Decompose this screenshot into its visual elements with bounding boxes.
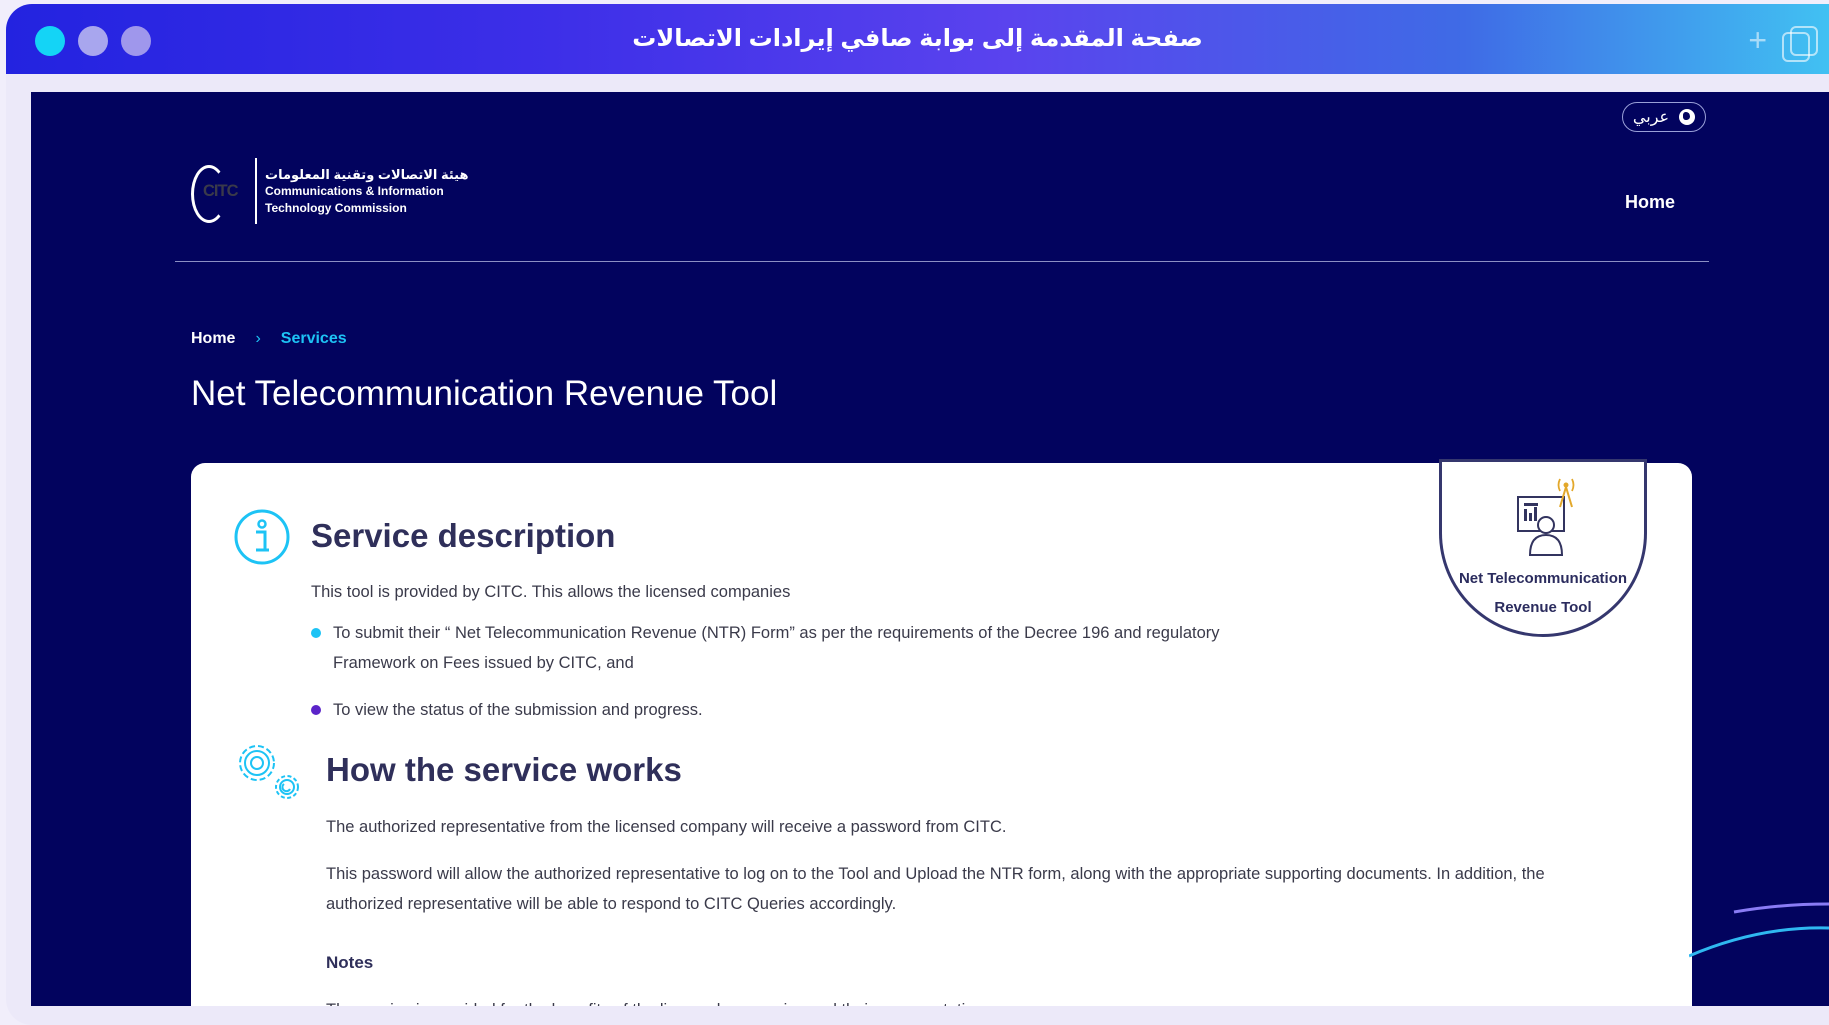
citc-logo-mark: CITC (191, 161, 255, 223)
copy-window-icon[interactable] (1779, 24, 1823, 64)
bullet-text: To view the status of the submission and… (333, 701, 703, 719)
new-tab-button[interactable]: + (1748, 24, 1767, 56)
how-it-works-heading: How the service works (326, 751, 682, 788)
decorative-swoosh (1689, 902, 1829, 958)
page-viewport: عربي CITC هيئة الاتصالات وتقنية المعلوما… (31, 92, 1829, 1006)
list-item: To view the status of the submission and… (311, 695, 703, 725)
service-description-heading: Service description (311, 517, 616, 554)
list-item: To submit their “ Net Telecommunication … (311, 618, 1271, 678)
how-it-works-paragraph-2: This password will allow the authorized … (326, 865, 1545, 913)
page-title: Net Telecommunication Revenue Tool (191, 374, 778, 413)
browser-window: صفحة المقدمة إلى بوابة صافي إيرادات الات… (6, 4, 1829, 1025)
how-it-works-paragraph-1: The authorized representative from the l… (326, 818, 1007, 836)
nav-home-link[interactable]: Home (1625, 192, 1675, 213)
header-divider (175, 261, 1709, 262)
bullet-text: To submit their “ Net Telecommunication … (333, 624, 1220, 672)
notes-text: The service is provided for the benefits… (326, 995, 996, 1006)
badge-label: Net Telecommunication Revenue Tool (1458, 570, 1628, 616)
citc-logo-text: هيئة الاتصالات وتقنية المعلومات Communic… (265, 166, 468, 217)
breadcrumb-services-link[interactable]: Services (281, 330, 347, 348)
language-toggle-button[interactable]: عربي (1622, 102, 1706, 132)
language-label: عربي (1632, 109, 1670, 126)
info-icon (234, 509, 290, 565)
service-badge: Net Telecommunication Revenue Tool (1439, 459, 1647, 637)
telecom-worker-icon (1517, 478, 1575, 556)
window-title: صفحة المقدمة إلى بوابة صافي إيرادات الات… (632, 25, 1203, 52)
service-description-intro: This tool is provided by CITC. This allo… (311, 583, 791, 601)
citc-logo[interactable]: CITC هيئة الاتصالات وتقنية المعلومات Com… (191, 158, 468, 224)
service-card: Net Telecommunication Revenue Tool Servi… (191, 459, 1692, 1006)
globe-icon (1679, 109, 1696, 125)
logo-english-line1: Communications & Information (265, 183, 444, 198)
title-bar: صفحة المقدمة إلى بوابة صافي إيرادات الات… (6, 4, 1829, 74)
notes-heading: Notes (326, 953, 374, 972)
breadcrumb-chevron-icon: › (255, 330, 261, 347)
gears-icon (239, 745, 299, 799)
logo-english-line2: Technology Commission (265, 200, 407, 215)
bullet-dot (311, 705, 321, 715)
bullet-dot (311, 628, 321, 638)
breadcrumb-home-link[interactable]: Home (191, 330, 235, 348)
logo-arabic-name: هيئة الاتصالات وتقنية المعلومات (265, 166, 469, 182)
breadcrumb: Home › Services (191, 330, 347, 348)
